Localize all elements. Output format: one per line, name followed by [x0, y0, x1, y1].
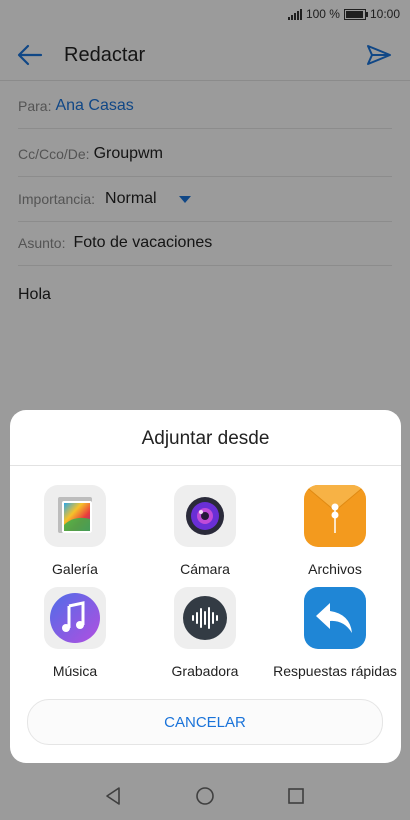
attach-sheet: Adjuntar desde Galería Cámara Archivos M… [10, 410, 401, 763]
camera-icon [174, 485, 236, 547]
option-label: Cámara [180, 561, 230, 577]
option-label: Archivos [308, 561, 362, 577]
cancel-button[interactable]: CANCELAR [27, 699, 383, 745]
sheet-divider [10, 465, 401, 466]
option-recorder[interactable]: Grabadora [140, 587, 270, 679]
music-icon [44, 587, 106, 649]
option-files[interactable]: Archivos [270, 485, 400, 577]
option-label: Música [52, 663, 98, 679]
gallery-icon [44, 485, 106, 547]
quick-reply-icon [304, 587, 366, 649]
option-label: Grabadora [171, 663, 239, 679]
option-gallery[interactable]: Galería [10, 485, 140, 577]
option-label: Galería [52, 561, 98, 577]
sheet-title: Adjuntar desde [141, 428, 270, 449]
option-quick-replies[interactable]: Respuestas rápidas [270, 587, 400, 679]
option-music[interactable]: Música [10, 587, 140, 679]
files-icon [304, 485, 366, 547]
option-camera[interactable]: Cámara [140, 485, 270, 577]
recorder-icon [174, 587, 236, 649]
option-label: Respuestas rápidas [273, 663, 397, 679]
